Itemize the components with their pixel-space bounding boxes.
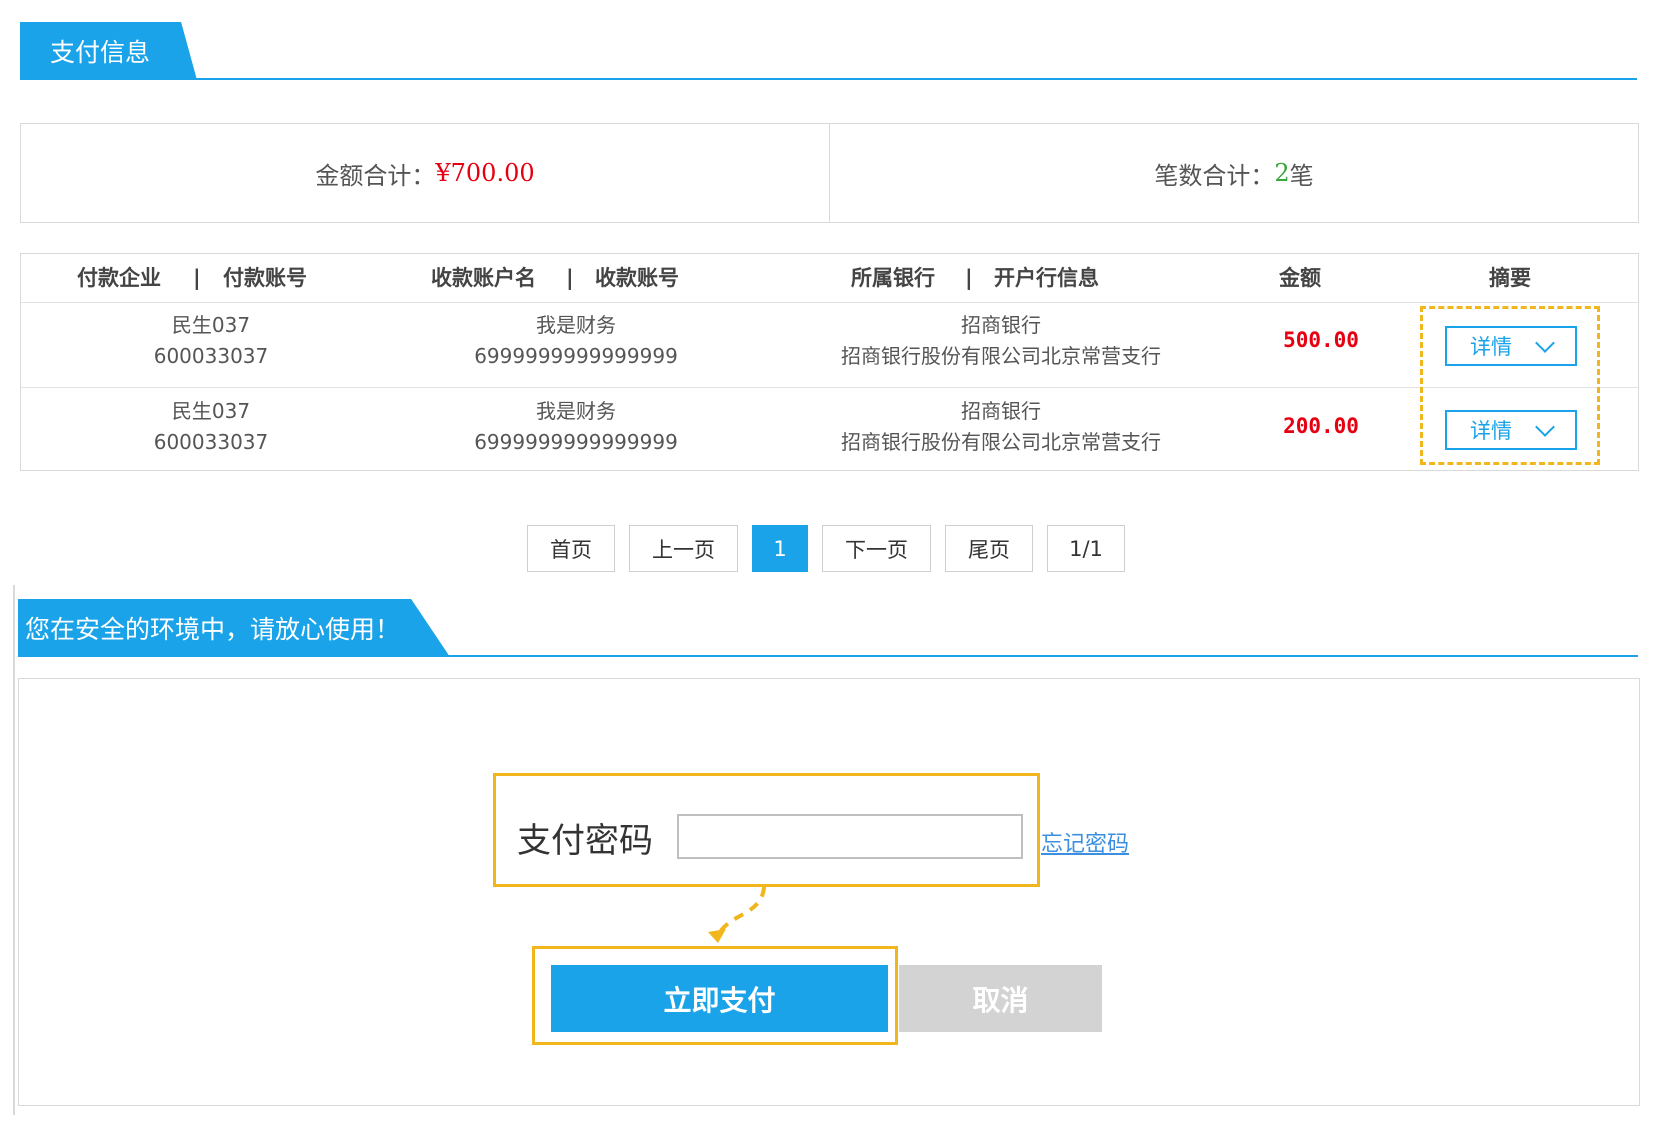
amount-total-label: 金额合计： (315, 161, 436, 190)
count-total-value: 2 (1274, 159, 1290, 187)
payer-name: 民生037 (171, 313, 251, 337)
payment-info-title: 支付信息 (50, 39, 151, 67)
row-amount: 200.00 (1283, 414, 1359, 438)
count-total-label: 笔数合计： (1154, 161, 1275, 190)
header-payee-account: 收款账号 (595, 266, 679, 290)
password-input[interactable] (677, 814, 1023, 859)
password-label: 支付密码 (517, 821, 653, 861)
section-left-rule (13, 585, 15, 1115)
security-divider (18, 655, 1638, 657)
bank-name: 招商银行 (961, 313, 1041, 337)
bank-cell: 招商银行 招商银行股份有限公司北京常营支行 (801, 396, 1201, 458)
header-summary: 摘要 (1489, 266, 1531, 290)
payee-account: 6999999999999999 (474, 344, 678, 368)
amount-total-value: ¥700.00 (435, 159, 535, 187)
bank-name: 招商银行 (961, 399, 1041, 423)
table-row: 民生037 600033037 我是财务 6999999999999999 招商… (21, 387, 1638, 472)
header-separator: | (566, 266, 574, 290)
header-bank: 所属银行 (851, 266, 935, 290)
count-total-unit: 笔 (1289, 161, 1314, 190)
header-amount: 金额 (1279, 266, 1321, 290)
bank-cell: 招商银行 招商银行股份有限公司北京常营支行 (801, 310, 1201, 372)
payee-cell: 我是财务 6999999999999999 (421, 310, 731, 372)
payment-table: 付款企业 | 付款账号 收款账户名 | 收款账号 所属银行 | 开户行信息 金额… (20, 253, 1639, 471)
payee-cell: 我是财务 6999999999999999 (421, 396, 731, 458)
header-separator: | (965, 266, 973, 290)
payer-cell: 民生037 600033037 (111, 310, 311, 372)
last-page-button[interactable]: 尾页 (945, 525, 1033, 572)
prev-page-button[interactable]: 上一页 (629, 525, 738, 572)
next-page-button[interactable]: 下一页 (822, 525, 931, 572)
payer-cell: 民生037 600033037 (111, 396, 311, 458)
payer-account: 600033037 (153, 344, 269, 368)
header-separator: | (193, 266, 201, 290)
payee-name: 我是财务 (536, 313, 616, 337)
table-header: 付款企业 | 付款账号 收款账户名 | 收款账号 所属银行 | 开户行信息 金额… (21, 254, 1638, 303)
pay-now-button[interactable]: 立即支付 (551, 965, 888, 1032)
payment-summary: 金额合计： ¥700.00 笔数合计： 2 笔 (20, 123, 1639, 223)
detail-buttons-highlight (1420, 306, 1600, 465)
payer-account: 600033037 (153, 430, 269, 454)
current-page-button[interactable]: 1 (752, 525, 808, 572)
table-row: 民生037 600033037 我是财务 6999999999999999 招商… (21, 302, 1638, 386)
branch-name: 招商银行股份有限公司北京常营支行 (841, 344, 1161, 368)
page-info: 1/1 (1047, 525, 1125, 572)
payee-account: 6999999999999999 (474, 430, 678, 454)
branch-name: 招商银行股份有限公司北京常营支行 (841, 430, 1161, 454)
flow-arrow-icon (708, 886, 766, 943)
payment-info-section-tab: 支付信息 (20, 22, 197, 80)
header-branch: 开户行信息 (994, 266, 1099, 290)
first-page-button[interactable]: 首页 (527, 525, 615, 572)
header-payee-name: 收款账户名 (431, 266, 536, 290)
row-amount: 500.00 (1283, 328, 1359, 352)
security-title: 您在安全的环境中，请放心使用！ (25, 615, 401, 644)
payee-name: 我是财务 (536, 399, 616, 423)
cancel-button[interactable]: 取消 (899, 965, 1102, 1032)
security-section-tab: 您在安全的环境中，请放心使用！ (18, 599, 450, 657)
count-total: 笔数合计： 2 笔 (829, 124, 1638, 222)
amount-total: 金额合计： ¥700.00 (21, 124, 829, 222)
header-payer: 付款企业 (77, 266, 161, 290)
header-payer-account: 付款账号 (223, 266, 307, 290)
payment-info-divider (20, 78, 1637, 80)
forgot-password-link[interactable]: 忘记密码 (1041, 826, 1129, 858)
payer-name: 民生037 (171, 399, 251, 423)
